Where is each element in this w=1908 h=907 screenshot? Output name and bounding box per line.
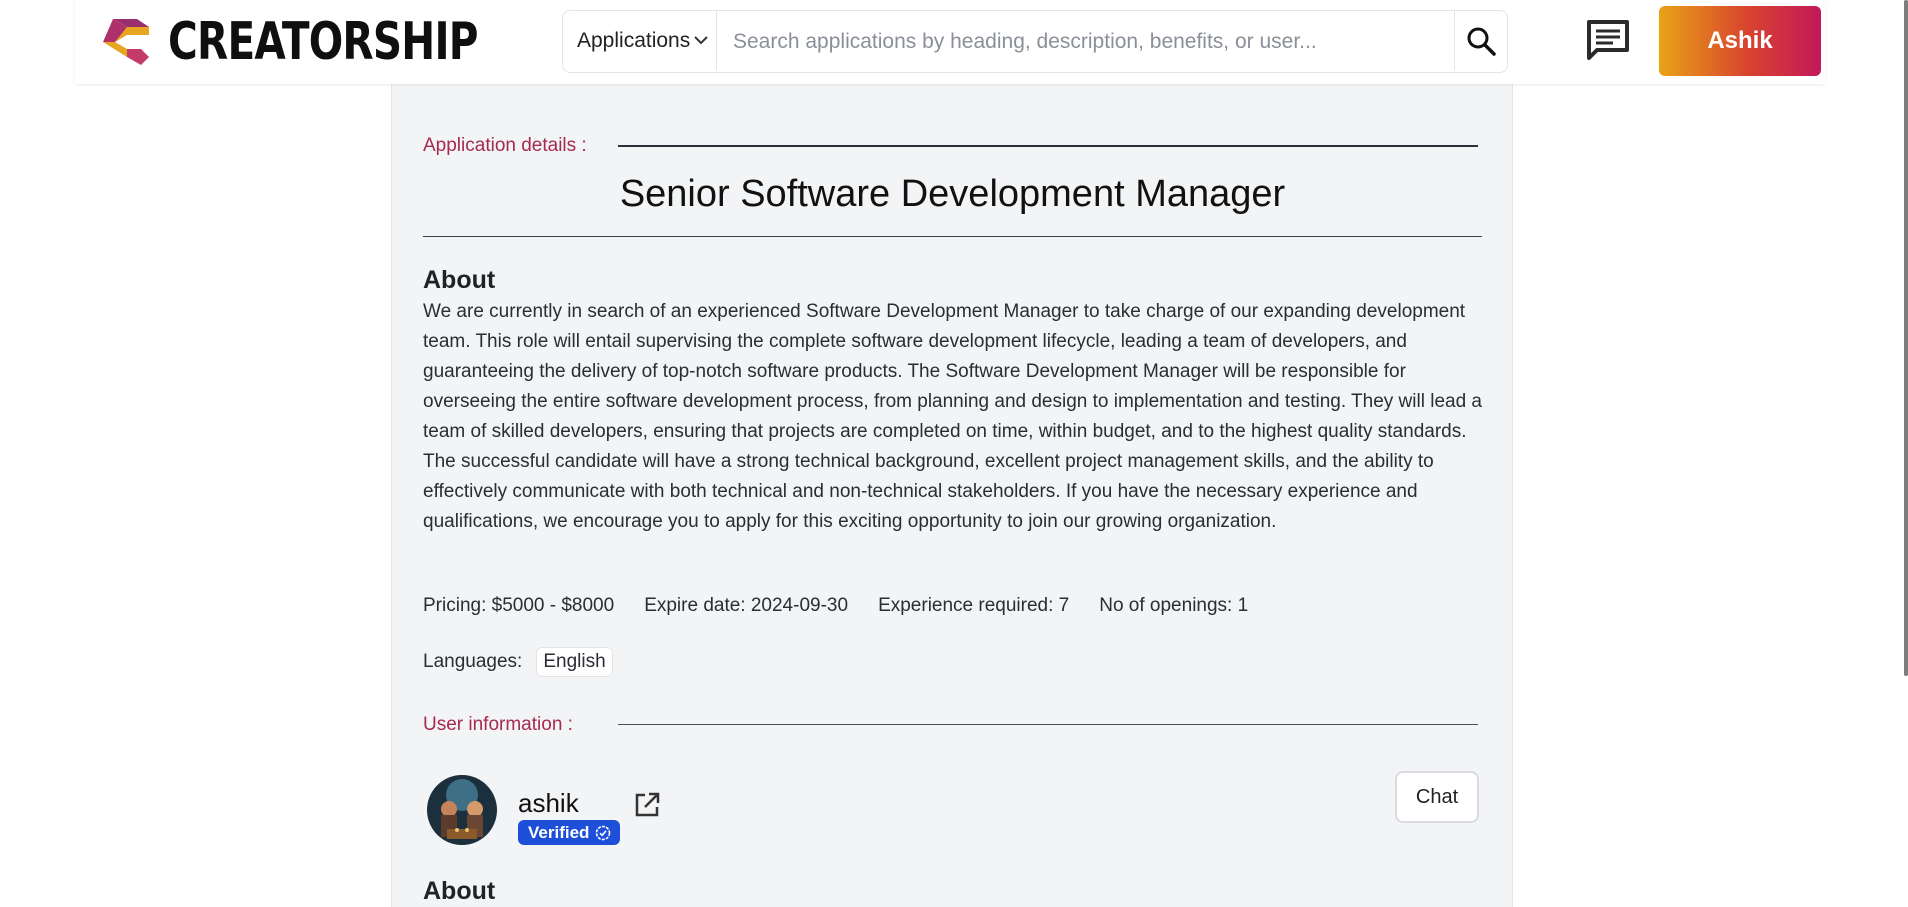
search-input[interactable] [731, 19, 1355, 65]
page-scrollbar[interactable] [1902, 0, 1908, 907]
verified-badge: Verified [518, 820, 621, 845]
about-heading: About [423, 266, 496, 294]
brand-name[interactable]: CREATORSHIP [168, 10, 479, 74]
languages-row: Languages: English [423, 647, 613, 677]
pricing: Pricing: $5000 - $8000 [423, 595, 615, 616]
search-icon [1467, 27, 1496, 56]
expire-date: Expire date: 2024-09-30 [644, 595, 849, 616]
external-link-icon[interactable] [633, 791, 661, 819]
top-navbar: CREATORSHIP Applications Ashik [75, 0, 1825, 84]
application-details-label: Application details : [423, 135, 587, 156]
page-title: Senior Software Development Manager [619, 173, 1286, 215]
verified-label: Verified [528, 822, 590, 842]
search-bar: Applications [562, 10, 1508, 73]
divider [618, 145, 1478, 147]
chevron-down-icon [694, 36, 708, 45]
chat-button[interactable]: Chat [1395, 771, 1479, 823]
creatorship-logo-icon[interactable] [97, 14, 155, 70]
experience-required: Experience required: 7 [878, 595, 1070, 616]
languages-label: Languages: [423, 651, 523, 672]
scrollbar-thumb[interactable] [1904, 0, 1908, 676]
message-icon[interactable] [1585, 18, 1631, 64]
about-text: We are currently in search of an experie… [423, 301, 1482, 532]
meta-row: Pricing: $5000 - $8000 Expire date: 2024… [423, 595, 1248, 617]
user-name[interactable]: ashik [518, 788, 579, 819]
user-information-label: User information : [423, 714, 573, 735]
category-select-value: Applications [577, 28, 691, 52]
avatar[interactable] [427, 775, 497, 845]
divider [618, 724, 1478, 725]
search-button[interactable] [1454, 11, 1507, 70]
user-about-heading: About [423, 877, 496, 905]
user-menu-button[interactable]: Ashik [1659, 6, 1821, 76]
category-select[interactable]: Applications [563, 11, 717, 70]
language-chip: English [536, 647, 613, 677]
application-details-card: Application details : Senior Software De… [391, 84, 1513, 907]
verified-check-icon [596, 825, 611, 840]
divider [423, 236, 1482, 237]
openings-count: No of openings: 1 [1099, 595, 1249, 616]
